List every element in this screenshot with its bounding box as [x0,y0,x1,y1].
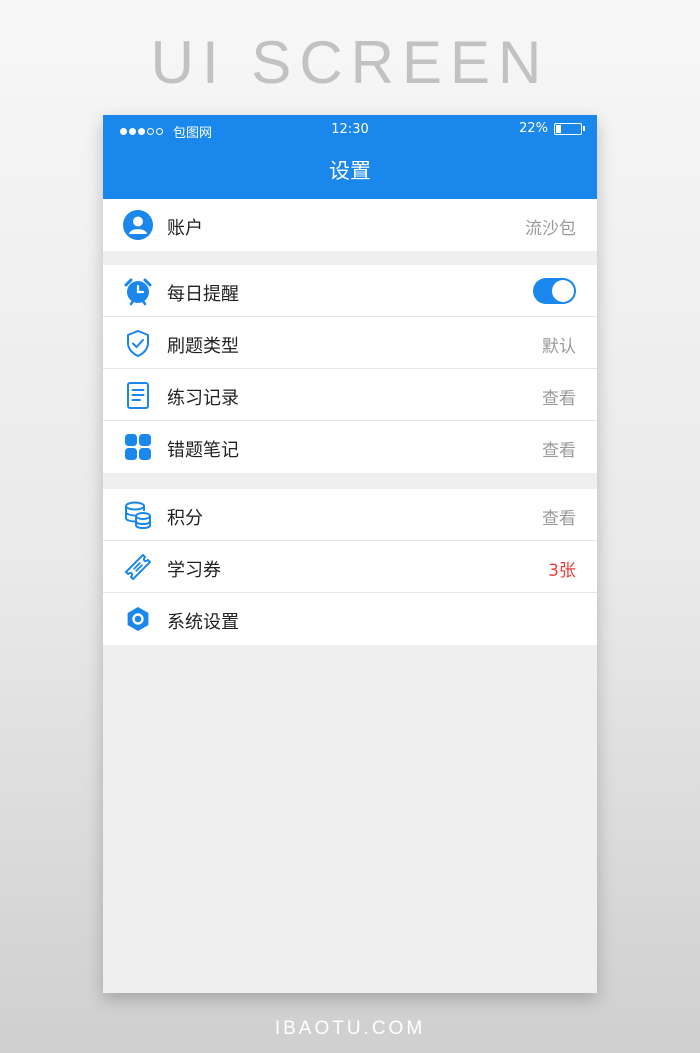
ticket-icon [123,552,153,582]
account-label: 账户 [167,218,203,239]
points-label: 积分 [167,508,203,529]
study-coupon-label: 学习券 [167,560,221,581]
grid-apps-icon [123,432,153,462]
poster-title: UI SCREEN [150,29,550,96]
shield-check-icon [123,328,153,358]
points-row[interactable]: 积分 查看 [103,489,597,541]
settings-section-two: 积分 查看 学习券 3张 系统设置 [103,489,597,645]
system-settings-row[interactable]: 系统设置 [103,593,597,645]
daily-reminder-toggle[interactable] [533,278,576,304]
question-type-value: 默认 [542,337,576,357]
practice-record-label: 练习记录 [167,388,239,409]
study-coupon-count: 3张 [548,561,576,581]
question-type-label: 刷题类型 [167,336,239,357]
points-value: 查看 [542,509,576,529]
hexagon-settings-icon [123,604,153,634]
daily-reminder-row: 每日提醒 [103,265,597,317]
battery-group: 22% [519,121,585,136]
page-title: 设置 [329,159,371,183]
document-icon [123,380,153,410]
poster-footer: IBAOTU.COM [274,1018,426,1039]
account-section: 账户 流沙包 [103,199,597,251]
settings-section-one: 每日提醒 刷题类型 默认 练习记录 查看 错题笔记 查看 [103,265,597,473]
battery-icon [554,122,582,135]
practice-record-value: 查看 [542,389,576,409]
wrong-notes-label: 错题笔记 [167,440,239,461]
toggle-knob [552,280,574,302]
question-type-row[interactable]: 刷题类型 默认 [103,317,597,369]
phone-screen: 包图网 12:30 22% 设置 账户 流沙包 每日提醒 刷题类型 默认 练习记… [103,115,597,993]
wrong-notes-value: 查看 [542,441,576,461]
coin-stack-icon [123,500,153,530]
study-coupon-row[interactable]: 学习券 3张 [103,541,597,593]
battery-tip [583,126,585,131]
account-username: 流沙包 [525,219,576,239]
account-row[interactable]: 账户 流沙包 [103,199,597,251]
daily-reminder-label: 每日提醒 [167,284,239,305]
battery-percent: 22% [519,121,548,136]
practice-record-row[interactable]: 练习记录 查看 [103,369,597,421]
user-avatar-icon [123,210,153,240]
app-header: 包图网 12:30 22% 设置 [103,115,597,199]
system-settings-label: 系统设置 [167,612,239,633]
alarm-clock-icon [123,276,153,306]
status-bar: 包图网 12:30 22% [103,115,597,143]
wrong-notes-row[interactable]: 错题笔记 查看 [103,421,597,473]
